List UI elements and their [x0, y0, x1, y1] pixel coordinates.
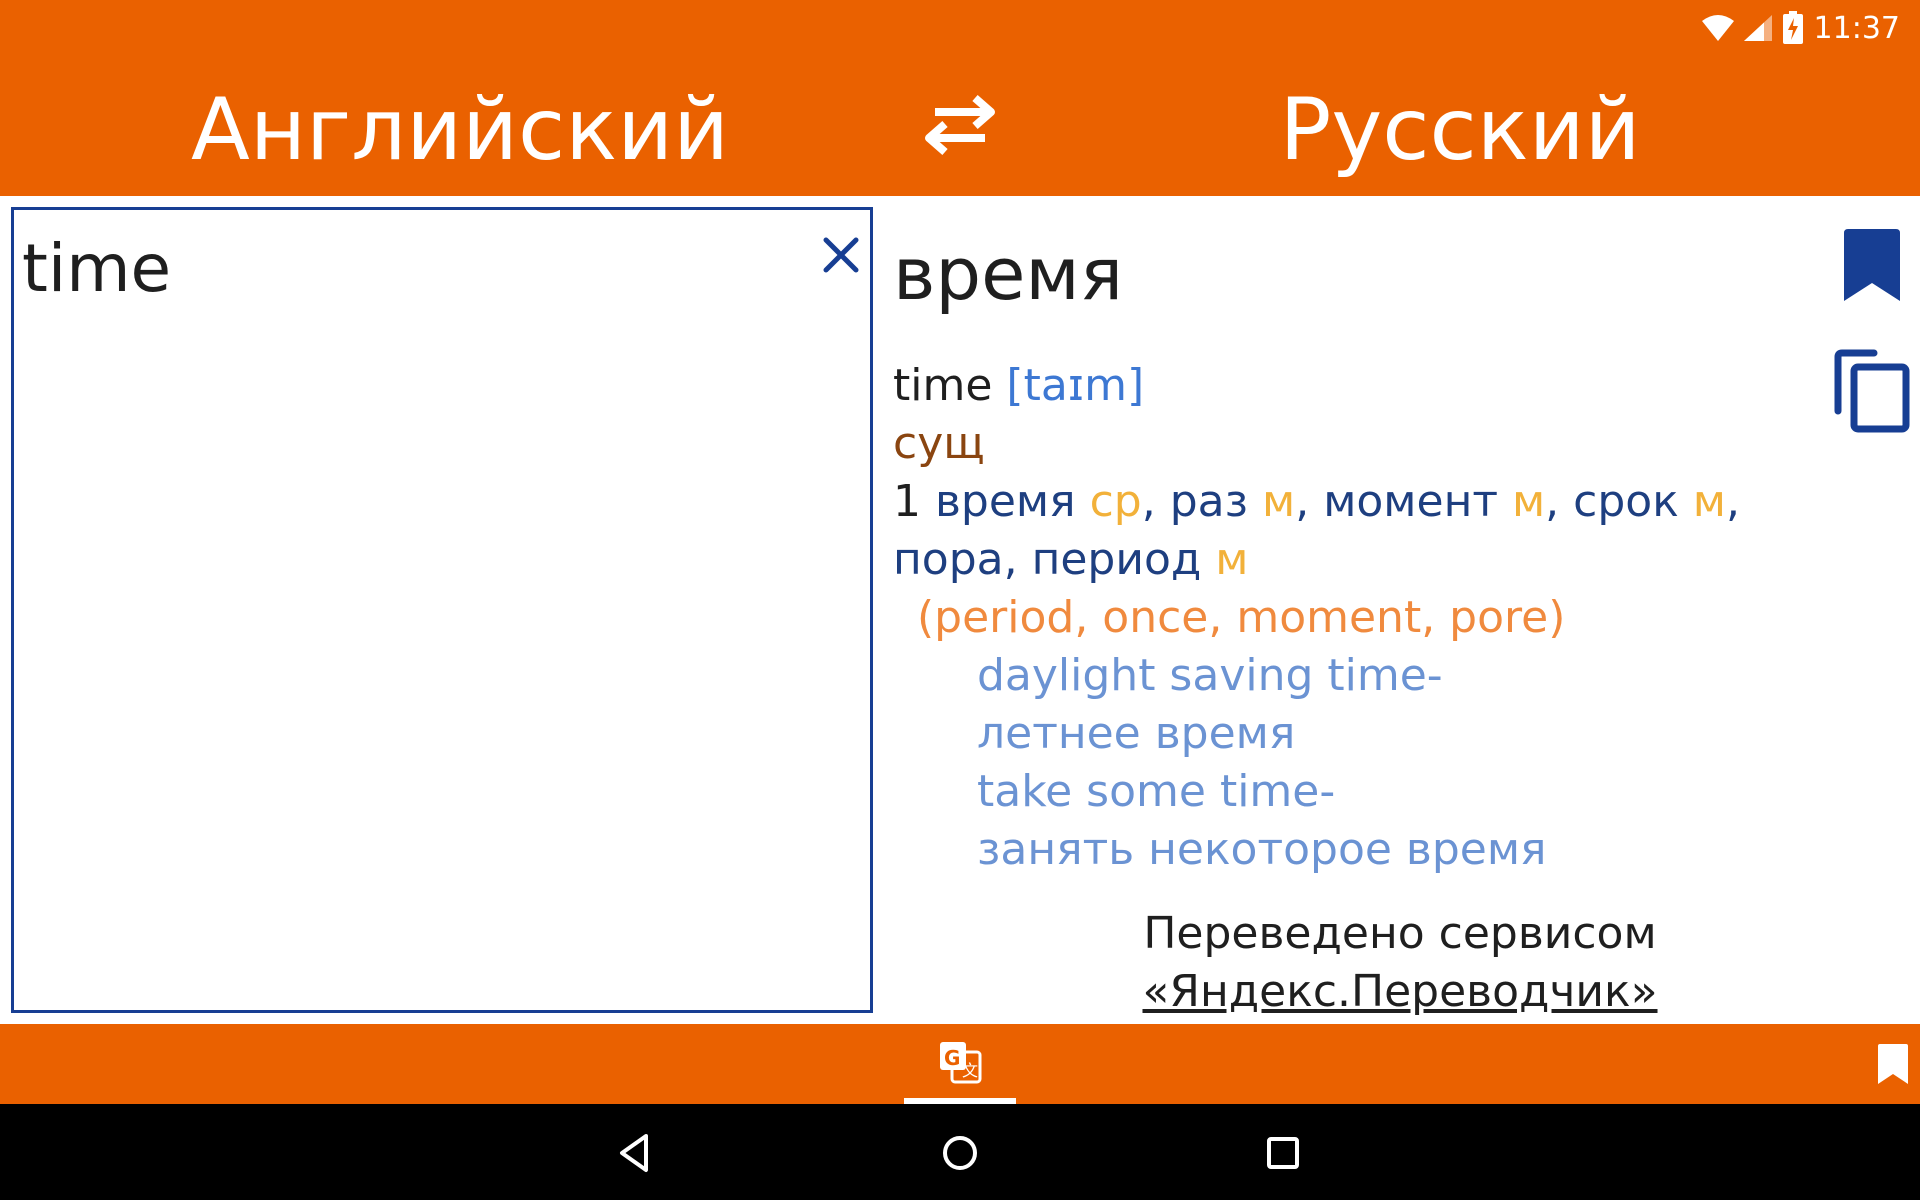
dict-translation: пора [893, 534, 1004, 585]
dict-separator: , [1141, 476, 1170, 527]
signal-icon [1743, 15, 1772, 41]
home-icon [943, 1136, 977, 1170]
dict-translations-line-1: 1 время ср, раз м, момент м, срок м, [893, 473, 1793, 531]
dict-example-source: daylight saving time- [977, 650, 1443, 701]
copy-translation-button[interactable] [1834, 349, 1912, 435]
status-time: 11:37 [1813, 10, 1900, 46]
bookmark-icon [1844, 229, 1900, 301]
wifi-icon [1701, 15, 1734, 41]
svg-text:G: G [944, 1046, 960, 1070]
source-text-value[interactable]: time [22, 230, 171, 307]
dict-meanings: (period, once, moment, pore) [917, 592, 1566, 643]
translation-result: время time [taɪm] сущ 1 время ср, раз м,… [893, 207, 1793, 893]
status-bar: 11:37 [1701, 8, 1900, 48]
dict-gender: м [1215, 534, 1249, 585]
dict-translation: момент [1323, 476, 1498, 527]
dict-transcription: [taɪm] [1006, 360, 1145, 411]
recents-icon [1267, 1137, 1299, 1169]
tab-bookmarks[interactable] [1874, 1040, 1914, 1088]
dict-gender: м [1692, 476, 1726, 527]
dict-translation: раз [1169, 476, 1248, 527]
dict-gender: ср [1089, 476, 1142, 527]
home-button[interactable] [935, 1128, 985, 1178]
swap-arrows-icon [925, 94, 995, 156]
system-navigation-bar [0, 1104, 1920, 1200]
bottom-navigation: G 文 [0, 1024, 1920, 1104]
dict-gender: м [1511, 476, 1546, 527]
dict-headword-line: time [taɪm] [893, 357, 1793, 415]
translate-icon: G 文 [940, 1042, 982, 1084]
yandex-attribution: Переведено сервисом «Яндекс.Переводчик» [1040, 905, 1760, 1021]
add-bookmark-button[interactable] [1844, 229, 1900, 301]
dict-gender: м [1262, 476, 1296, 527]
copy-icon [1834, 349, 1910, 433]
dict-translation: время [935, 476, 1076, 527]
attribution-text: Переведено сервисом [1143, 908, 1657, 959]
dict-separator: , [1295, 476, 1324, 527]
yandex-translate-link[interactable]: «Яндекс.Переводчик» [1142, 966, 1657, 1017]
dict-translations-line-2: пора, период м [893, 531, 1793, 589]
clear-input-button[interactable] [816, 230, 866, 280]
swap-languages-button[interactable] [915, 90, 1005, 160]
dict-example-target: занять некоторое время [977, 824, 1547, 875]
dictionary-entry: time [taɪm] сущ 1 время ср, раз м, момен… [893, 357, 1793, 879]
dict-part-of-speech: сущ [893, 418, 985, 469]
dict-translation: период [1031, 534, 1202, 585]
dict-translation: срок [1573, 476, 1679, 527]
battery-charging-icon [1782, 11, 1803, 44]
back-button[interactable] [610, 1128, 660, 1178]
dict-separator: , [1545, 476, 1574, 527]
dict-headword: time [893, 360, 993, 411]
dict-separator: , [1725, 476, 1740, 527]
recents-button[interactable] [1258, 1128, 1308, 1178]
app-header: 11:37 Английский Русский [0, 0, 1920, 196]
dict-separator: , [1003, 534, 1032, 585]
source-language-selector[interactable]: Английский [100, 70, 820, 190]
bookmark-icon [1878, 1044, 1908, 1084]
dict-example-source: take some time- [977, 766, 1336, 817]
source-text-input[interactable]: time [11, 207, 873, 1013]
back-icon [620, 1134, 648, 1172]
tab-translate[interactable]: G 文 [904, 1024, 1016, 1104]
close-icon [823, 237, 859, 273]
target-language-selector[interactable]: Русский [1100, 70, 1820, 190]
svg-text:文: 文 [962, 1061, 978, 1080]
dict-example-target: летнее время [977, 708, 1296, 759]
translation-text: время [893, 232, 1124, 316]
dict-sense-number: 1 [893, 476, 921, 527]
